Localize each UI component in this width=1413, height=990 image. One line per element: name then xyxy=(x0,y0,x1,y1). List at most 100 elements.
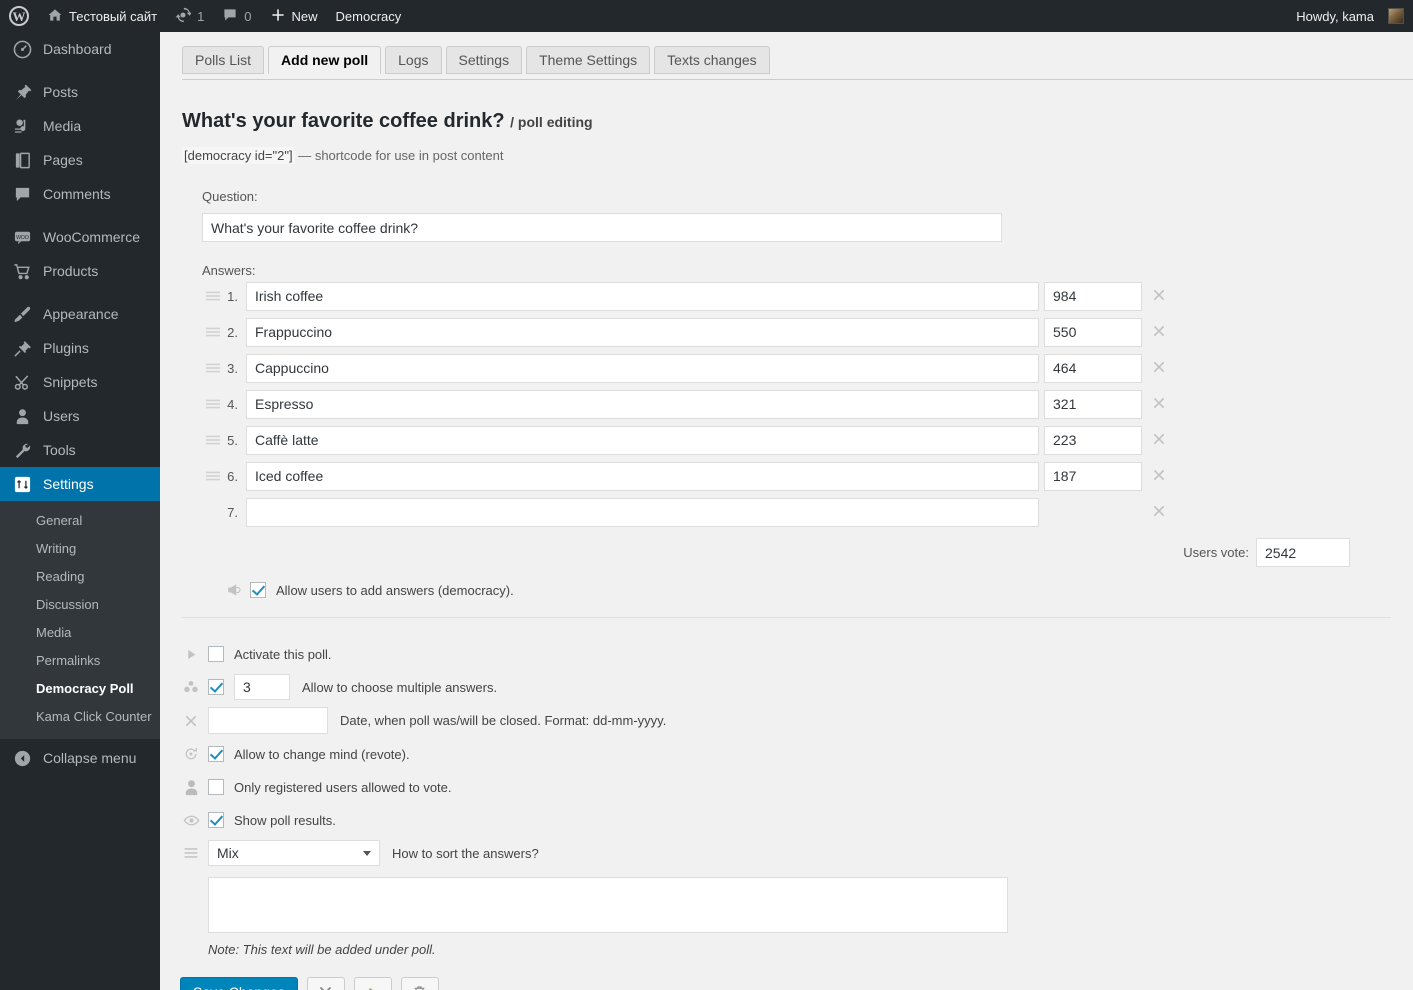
sidebar-item-dashboard[interactable]: Dashboard xyxy=(0,32,160,66)
tab-add-new-poll[interactable]: Add new poll xyxy=(268,46,382,74)
sidebar-item-posts[interactable]: Posts xyxy=(0,75,160,109)
answer-row: 1. xyxy=(202,278,1413,314)
sidebar-item-users[interactable]: Users xyxy=(0,399,160,433)
tab-polls-list[interactable]: Polls List xyxy=(182,46,265,74)
submenu-item-general[interactable]: General xyxy=(0,507,160,535)
sidebar-item-settings[interactable]: Settings xyxy=(0,467,168,501)
answer-votes-input[interactable] xyxy=(1044,353,1142,383)
submenu-item-discussion[interactable]: Discussion xyxy=(0,591,160,619)
comments-button[interactable]: 0 xyxy=(213,0,260,32)
delete-answer-button[interactable] xyxy=(1142,396,1176,413)
sidebar-item-products[interactable]: Products xyxy=(0,254,160,288)
close-icon xyxy=(180,714,202,728)
delete-answer-button[interactable] xyxy=(1142,360,1176,377)
option-checkbox[interactable] xyxy=(208,646,224,662)
tab-texts-changes[interactable]: Texts changes xyxy=(654,46,770,74)
howdy-account-button[interactable]: Howdy, kama xyxy=(1287,0,1413,32)
democracy-label: Allow users to add answers (democracy). xyxy=(276,582,514,598)
submenu-item-permalinks[interactable]: Permalinks xyxy=(0,647,160,675)
submenu-item-democracy-poll[interactable]: Democracy Poll xyxy=(0,675,160,703)
sidebar-item-plugins[interactable]: Plugins xyxy=(0,331,160,365)
question-input[interactable] xyxy=(202,213,1002,242)
delete-answer-button[interactable] xyxy=(1142,432,1176,449)
new-content-label: New xyxy=(291,8,318,24)
submenu-item-reading[interactable]: Reading xyxy=(0,563,160,591)
delete-answer-button[interactable] xyxy=(1142,468,1176,485)
delete-poll-button[interactable] xyxy=(400,977,439,990)
tab-theme-settings[interactable]: Theme Settings xyxy=(526,46,651,74)
answer-text-input[interactable] xyxy=(246,461,1039,491)
answer-text-input[interactable] xyxy=(246,317,1039,347)
submenu-item-writing[interactable]: Writing xyxy=(0,535,160,563)
cancel-button[interactable] xyxy=(306,977,345,990)
multiple-answers-count-input[interactable] xyxy=(234,674,290,700)
collapse-menu-label: Collapse menu xyxy=(43,750,137,766)
tab-logs[interactable]: Logs xyxy=(385,46,442,74)
save-button[interactable]: Save Changes xyxy=(180,977,298,990)
democracy-menu-button[interactable]: Democracy xyxy=(327,0,411,32)
new-content-button[interactable]: New xyxy=(261,0,327,32)
option-checkbox[interactable] xyxy=(208,779,224,795)
drag-handle-icon[interactable] xyxy=(202,326,224,338)
answer-row: 2. xyxy=(202,314,1413,350)
answer-votes-input[interactable] xyxy=(1044,461,1142,491)
collapse-menu-button[interactable]: Collapse menu xyxy=(0,741,160,775)
sort-select[interactable]: MixBy votesBy orderBy answer xyxy=(208,840,380,866)
sidebar-item-comments[interactable]: Comments xyxy=(0,177,160,211)
option-checkbox[interactable] xyxy=(208,812,224,828)
updates-count: 1 xyxy=(197,8,205,24)
section-divider xyxy=(182,617,1391,618)
users-vote-input[interactable] xyxy=(1256,538,1350,567)
sidebar-item-snippets[interactable]: Snippets xyxy=(0,365,160,399)
sidebar-item-label: WooCommerce xyxy=(43,229,140,245)
sidebar-item-label: Products xyxy=(43,263,99,279)
tab-settings[interactable]: Settings xyxy=(445,46,523,74)
option-checkbox[interactable] xyxy=(208,746,224,762)
poll-note-textarea[interactable] xyxy=(208,877,1008,933)
submenu-item-media[interactable]: Media xyxy=(0,619,160,647)
comment-icon xyxy=(222,7,238,26)
drag-handle-icon[interactable] xyxy=(202,434,224,446)
answer-votes-input[interactable] xyxy=(1044,425,1142,455)
answer-votes-input[interactable] xyxy=(1044,317,1142,347)
option-checkbox[interactable] xyxy=(208,679,224,695)
sidebar-item-appearance[interactable]: Appearance xyxy=(0,297,160,331)
answer-text-input[interactable] xyxy=(246,497,1039,527)
site-name-button[interactable]: Тестовый сайт xyxy=(38,0,166,32)
answer-votes-input[interactable] xyxy=(1044,389,1142,419)
sidebar-item-tools[interactable]: Tools xyxy=(0,433,160,467)
delete-answer-button[interactable] xyxy=(1142,504,1176,521)
drag-handle-icon[interactable] xyxy=(202,398,224,410)
option-label: Only registered users allowed to vote. xyxy=(234,779,452,795)
submenu-item-kama-click-counter[interactable]: Kama Click Counter xyxy=(0,703,160,731)
close-date-input[interactable] xyxy=(208,707,328,734)
updates-button[interactable]: 1 xyxy=(166,0,213,32)
drag-handle-icon[interactable] xyxy=(202,362,224,374)
howdy-label: Howdy, kama xyxy=(1296,8,1374,24)
activate-poll-button[interactable] xyxy=(353,977,392,990)
democracy-option-row: Allow users to add answers (democracy). xyxy=(202,582,1413,598)
sidebar-item-woocommerce[interactable]: WOO WooCommerce xyxy=(0,220,160,254)
list-icon xyxy=(180,846,202,860)
plug-icon xyxy=(12,338,32,358)
sidebar-item-label: Users xyxy=(43,408,80,424)
answer-text-input[interactable] xyxy=(246,389,1039,419)
sidebar-item-pages[interactable]: Pages xyxy=(0,143,160,177)
drag-handle-icon[interactable] xyxy=(202,290,224,302)
answer-text-input[interactable] xyxy=(246,281,1039,311)
wp-logo-button[interactable]: W xyxy=(0,0,38,32)
answer-votes-input[interactable] xyxy=(1044,281,1142,311)
sidebar-item-label: Plugins xyxy=(43,340,89,356)
answer-index: 1. xyxy=(227,288,238,304)
sidebar-item-media[interactable]: Media xyxy=(0,109,160,143)
users-vote-row: Users vote: xyxy=(202,538,1350,567)
answer-text-input[interactable] xyxy=(246,425,1039,455)
democracy-checkbox[interactable] xyxy=(250,582,266,598)
delete-answer-button[interactable] xyxy=(1142,288,1176,305)
answer-row: 5. xyxy=(202,422,1413,458)
page-title-main: What's your favorite coffee drink? xyxy=(182,110,505,132)
delete-answer-button[interactable] xyxy=(1142,324,1176,341)
scissors-icon xyxy=(12,372,32,392)
drag-handle-icon[interactable] xyxy=(202,470,224,482)
answer-text-input[interactable] xyxy=(246,353,1039,383)
